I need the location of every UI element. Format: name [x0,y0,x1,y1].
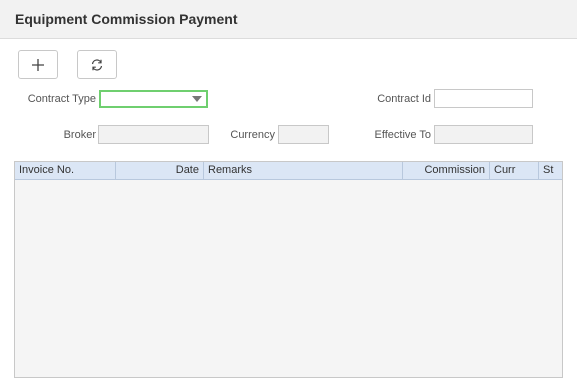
contract-id-input[interactable] [434,89,533,108]
refresh-icon [91,58,103,71]
chevron-down-icon [192,96,202,102]
column-header-date[interactable]: Date [116,162,204,179]
effective-to-label: Effective To [374,129,431,141]
invoice-grid[interactable]: Invoice No. Date Remarks Commission Curr… [14,161,563,378]
currency-label: Currency [230,129,275,141]
contract-type-label: Contract Type [27,93,96,105]
broker-label: Broker [63,129,96,141]
plus-icon [32,58,44,71]
page-title: Equipment Commission Payment [15,11,238,27]
effective-to-field[interactable] [434,125,533,144]
contract-type-select[interactable] [99,90,208,108]
currency-field[interactable] [278,125,329,144]
column-header-commission[interactable]: Commission [403,162,490,179]
refresh-button[interactable] [77,50,117,79]
contract-id-label: Contract Id [377,93,431,105]
grid-header: Invoice No. Date Remarks Commission Curr… [15,162,562,180]
column-header-curr[interactable]: Curr [490,162,539,179]
column-header-invoice-no[interactable]: Invoice No. [15,162,116,179]
column-header-st[interactable]: St [539,162,562,179]
broker-field[interactable] [98,125,209,144]
add-button[interactable] [18,50,58,79]
column-header-remarks[interactable]: Remarks [204,162,403,179]
page-header: Equipment Commission Payment [0,0,577,39]
